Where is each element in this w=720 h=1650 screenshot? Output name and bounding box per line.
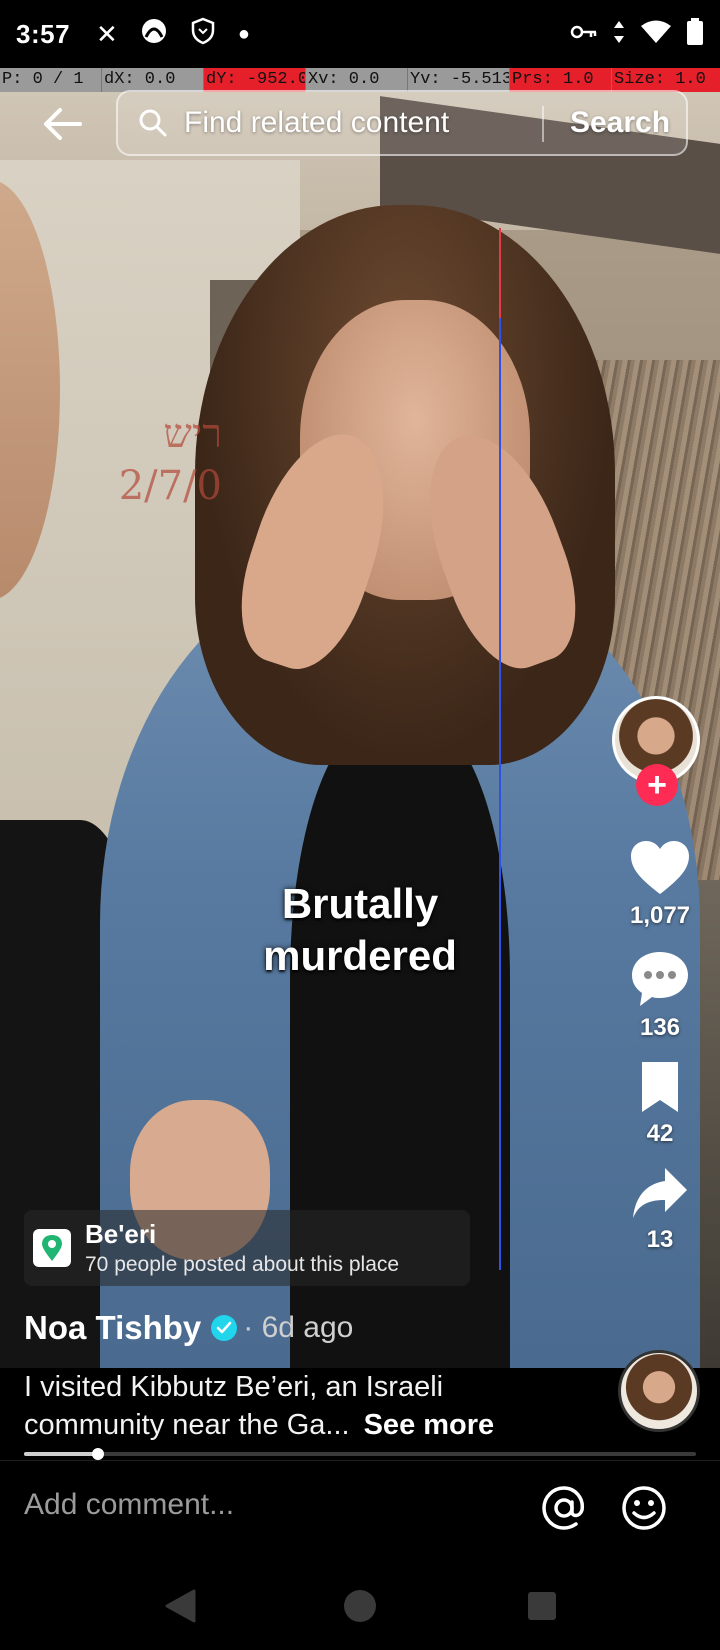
add-comment-input[interactable]: Add comment... — [24, 1488, 234, 1522]
status-time: 3:57 — [16, 18, 71, 49]
top-bar: Find related content Search — [0, 88, 720, 160]
video-progress-bar[interactable] — [24, 1448, 696, 1460]
progress-knob[interactable] — [91, 1448, 104, 1460]
description-line-1: I visited Kibbutz Be’eri, an Israeli — [24, 1371, 444, 1403]
search-button[interactable]: Search — [554, 92, 686, 154]
data-arrows-icon — [612, 19, 626, 50]
shield-icon — [190, 17, 216, 52]
post-time: · 6d ago — [243, 1311, 354, 1344]
search-divider — [542, 106, 544, 142]
post-description[interactable]: I visited Kibbutz Be’eri, an Israeli com… — [24, 1368, 604, 1444]
at-sign-icon — [542, 1486, 584, 1530]
author-row: Noa Tishby · 6d ago — [24, 1306, 353, 1350]
search-placeholder: Find related content — [184, 106, 450, 139]
location-posted-count: 70 people posted about this place — [85, 1253, 400, 1276]
follow-button[interactable]: + — [636, 764, 678, 806]
close-icon: ✕ — [96, 18, 118, 49]
smiley-icon — [622, 1486, 666, 1530]
dot-icon: ● — [237, 22, 250, 45]
caption-line-2: murdered — [263, 932, 457, 979]
caption-line-1: Brutally — [281, 880, 439, 927]
location-pin-icon — [33, 1229, 71, 1267]
nav-recents-button[interactable] — [522, 1586, 562, 1626]
heart-icon — [631, 841, 689, 894]
vpn-key-icon — [570, 22, 598, 47]
share-button[interactable]: 13 — [612, 1166, 708, 1254]
verified-badge-icon — [211, 1315, 238, 1341]
location-name: Be'eri — [85, 1219, 157, 1249]
like-button[interactable]: 1,077 — [612, 840, 708, 930]
comment-count: 136 — [639, 1014, 681, 1041]
battery-icon — [686, 17, 704, 51]
wifi-icon — [640, 19, 672, 50]
emoji-button[interactable] — [620, 1484, 668, 1532]
bookmark-count: 42 — [646, 1120, 674, 1147]
description-line-2: community near the Ga... — [24, 1409, 350, 1441]
share-count: 13 — [646, 1226, 674, 1253]
system-nav-bar — [0, 1560, 720, 1650]
comment-bar: Add comment... — [0, 1462, 720, 1560]
search-field[interactable]: Find related content Search — [116, 90, 688, 156]
progress-fill — [24, 1452, 98, 1456]
pointer-trace-line — [499, 228, 501, 1270]
comment-button[interactable]: 136 — [612, 950, 708, 1042]
back-button[interactable] — [38, 100, 86, 148]
video-caption: Brutally murdered — [200, 878, 520, 982]
circle-home-icon — [344, 1590, 376, 1622]
share-icon — [633, 1168, 687, 1218]
see-more-button[interactable]: See more — [364, 1409, 495, 1441]
nav-back-button[interactable] — [160, 1586, 200, 1626]
like-count: 1,077 — [629, 902, 691, 929]
video-graffiti: ריש 2/7/0 — [118, 411, 222, 509]
app-icon — [140, 17, 168, 52]
arrow-left-icon — [44, 108, 82, 140]
nav-home-button[interactable] — [340, 1586, 380, 1626]
bookmark-icon — [642, 1062, 678, 1112]
mention-button[interactable] — [540, 1484, 588, 1532]
status-bar: 3:57 ✕ ● — [0, 0, 720, 68]
creator-avatar-group: + — [612, 696, 704, 806]
comment-icon — [632, 952, 688, 1006]
bookmark-button[interactable]: 42 — [612, 1060, 708, 1148]
divider — [0, 1460, 720, 1461]
action-rail: + 1,077 136 42 13 — [612, 696, 708, 1254]
search-icon — [138, 108, 184, 138]
music-disc-avatar[interactable] — [618, 1350, 700, 1432]
author-name[interactable]: Noa Tishby — [24, 1309, 201, 1347]
square-recents-icon — [528, 1592, 556, 1620]
triangle-back-icon — [165, 1589, 196, 1623]
location-chip[interactable]: Be'eri 70 people posted about this place — [24, 1210, 470, 1286]
